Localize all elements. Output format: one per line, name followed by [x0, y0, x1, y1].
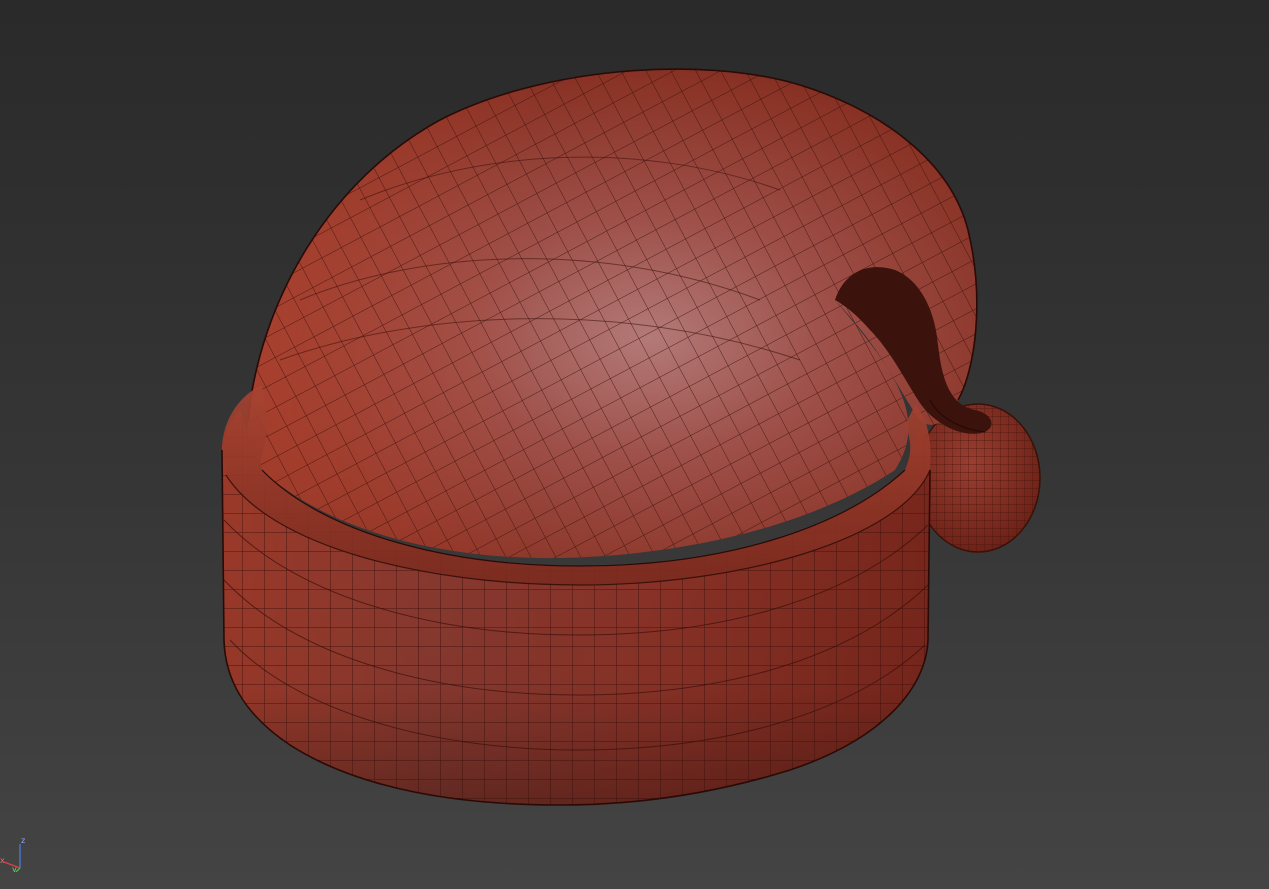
y-axis-label: y: [12, 865, 17, 872]
3d-viewport[interactable]: z x y: [0, 0, 1269, 889]
z-axis-label: z: [21, 836, 25, 845]
axis-gizmo: z x y: [0, 836, 25, 872]
viewport-scene[interactable]: [0, 0, 1269, 889]
x-axis-label: x: [0, 856, 5, 865]
